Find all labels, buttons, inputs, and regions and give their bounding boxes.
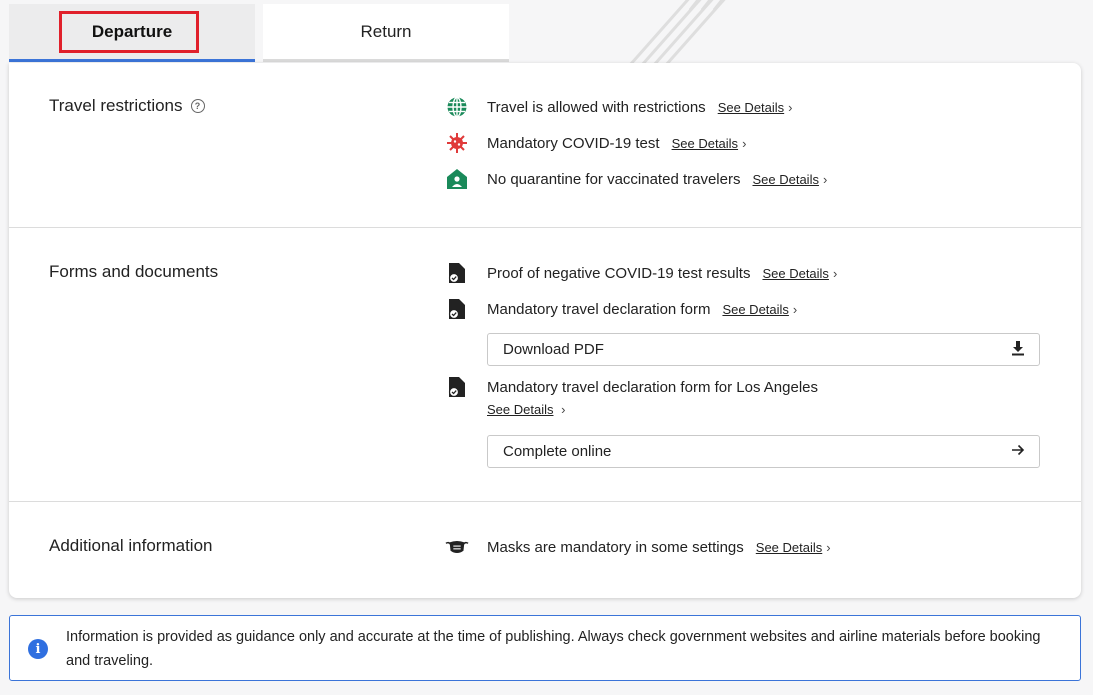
additional-information-section: Additional information Masks are mandato… [9,502,1081,598]
restriction-row: No quarantine for vaccinated travelers S… [445,167,827,191]
document-row: Mandatory travel declaration form See De… [445,297,797,321]
decorative-stripes [620,0,740,65]
info-notice-text: Information is provided as guidance only… [66,629,1041,669]
travel-restrictions-section: Travel restrictions ? Travel is allowed … [9,63,1081,228]
see-details-link[interactable]: See Details [718,100,784,115]
tab-departure-label: Departure [91,21,173,41]
see-details-link[interactable]: See Details [762,266,828,281]
chevron-right-icon: › [822,171,828,187]
see-details-link[interactable]: See Details [756,540,822,555]
requirements-card: Travel restrictions ? Travel is allowed … [9,63,1081,598]
forms-documents-section: Forms and documents Proof of negative CO… [9,228,1081,502]
see-details-link[interactable]: See Details [672,136,738,151]
chevron-right-icon: › [826,539,831,555]
document-row: Mandatory travel declaration form for Lo… [445,375,818,399]
globe-icon [445,95,469,119]
see-details-block: See Details › [487,402,565,417]
restriction-row: Travel is allowed with restrictions See … [445,95,793,119]
see-details-link[interactable]: See Details [487,402,553,417]
download-pdf-button[interactable]: Download PDF [487,333,1040,366]
see-details-link[interactable]: See Details [722,302,788,317]
tab-departure[interactable]: Departure [9,4,255,62]
restriction-row: Mandatory COVID-19 test See Details › [445,131,746,155]
tab-return[interactable]: Return [263,4,509,62]
info-notice: i Information is provided as guidance on… [9,615,1081,681]
tab-return-label: Return [360,21,412,41]
info-row: Masks are mandatory in some settings See… [445,535,831,559]
help-icon[interactable]: ? [190,99,205,113]
document-check-icon [445,297,469,321]
travel-restrictions-heading: Travel restrictions ? [49,96,205,116]
chevron-right-icon: › [792,301,798,317]
chevron-right-icon: › [742,135,747,151]
complete-online-button[interactable]: Complete online [487,435,1040,468]
chevron-right-icon: › [832,265,838,281]
see-details-link[interactable]: See Details [752,172,818,187]
virus-icon [445,131,469,155]
chevron-right-icon: › [788,99,793,115]
additional-information-heading: Additional information [49,536,213,555]
document-row: Proof of negative COVID-19 test results … [445,261,837,285]
download-icon [1011,340,1025,360]
chevron-right-icon: › [561,402,566,417]
document-check-icon [445,261,469,285]
tab-bar: Departure Return [9,4,509,64]
forms-documents-heading: Forms and documents [49,262,219,281]
arrow-right-icon [1011,443,1025,460]
document-check-icon [445,375,469,399]
mask-icon [445,535,469,559]
info-icon: i [28,639,48,659]
home-person-icon [445,167,469,191]
